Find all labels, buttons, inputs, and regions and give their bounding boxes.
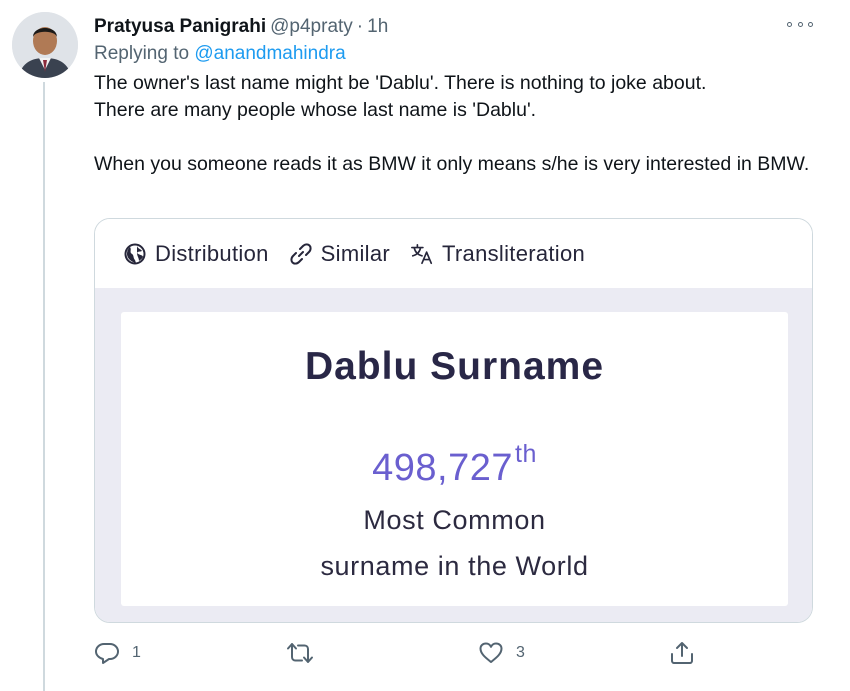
replying-to: Replying to @anandmahindra <box>94 41 346 67</box>
share-icon <box>669 640 695 666</box>
rank-caption-line1: Most Common <box>363 505 546 535</box>
surname-title: Dablu Surname <box>304 345 605 388</box>
tweet-text-line: The owner's last name might be 'Dablu'. … <box>94 72 707 94</box>
heart-icon <box>478 640 504 666</box>
translate-icon <box>410 242 434 266</box>
surname-panel: Dablu Surname 498,727th Most Common surn… <box>121 312 788 606</box>
card-tabs: Distribution Similar Transliteration <box>95 219 812 288</box>
tweet-text-line: When you someone reads it as BMW it only… <box>94 153 810 175</box>
tab-similar[interactable]: Similar <box>289 241 390 267</box>
replying-handle-link[interactable]: @anandmahindra <box>194 43 345 64</box>
tweet-text-line: There are many people whose last name is… <box>94 99 537 121</box>
replying-prefix: Replying to <box>94 43 190 64</box>
tweet-header: Pratyusa Panigrahi @p4praty · 1h <box>94 14 810 40</box>
header-separator: · <box>356 16 364 37</box>
retweet-button[interactable] <box>286 638 326 668</box>
globe-icon <box>123 242 147 266</box>
media-card[interactable]: Distribution Similar Transliteration Dab… <box>94 218 813 623</box>
like-count: 3 <box>516 644 525 661</box>
tweet-text: The owner's last name might be 'Dablu'. … <box>94 70 814 178</box>
reply-icon <box>94 640 120 666</box>
tab-transliteration[interactable]: Transliteration <box>410 241 585 267</box>
tab-label: Similar <box>320 240 390 266</box>
author-name[interactable]: Pratyusa Panigrahi <box>94 16 266 37</box>
tab-label: Transliteration <box>441 240 586 266</box>
reply-button[interactable]: 1 <box>94 638 141 668</box>
rank-number: 498,727 <box>372 447 513 489</box>
thread-line <box>43 82 45 691</box>
share-button[interactable] <box>669 638 707 668</box>
reply-count: 1 <box>132 644 141 661</box>
avatar[interactable] <box>12 12 78 78</box>
retweet-icon <box>286 640 314 666</box>
tweet-actions: 1 3 <box>94 638 814 668</box>
more-options-icon[interactable] <box>787 14 813 34</box>
link-icon <box>289 242 313 266</box>
tweet-time[interactable]: 1h <box>367 16 388 37</box>
surname-rank: 498,727th <box>121 440 788 490</box>
tab-distribution[interactable]: Distribution <box>123 241 269 267</box>
rank-caption-line2: surname in the World <box>320 551 589 581</box>
card-body: Dablu Surname 498,727th Most Common surn… <box>95 288 812 622</box>
like-button[interactable]: 3 <box>478 638 525 668</box>
rank-suffix: th <box>515 440 537 468</box>
tab-label: Distribution <box>155 240 269 266</box>
author-handle[interactable]: @p4praty <box>270 16 353 37</box>
